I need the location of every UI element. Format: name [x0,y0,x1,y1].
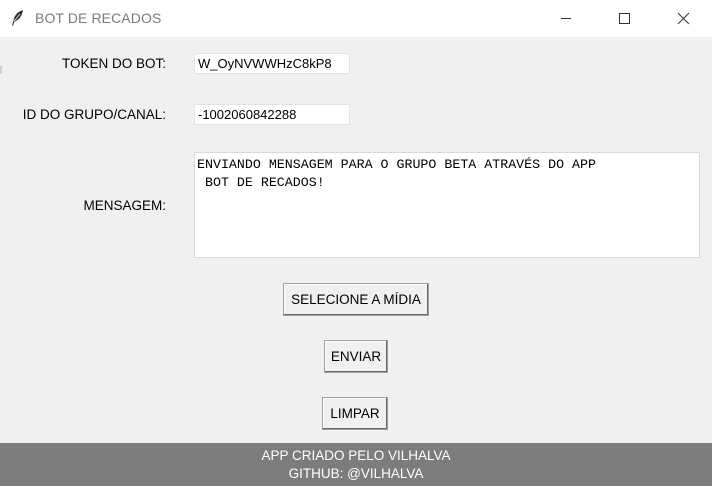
group-id-input[interactable]: -1002060842288 [194,104,350,125]
minimize-icon [561,18,571,19]
window-title: BOT DE RECADOS [35,10,162,26]
window-edge-mark [0,66,2,74]
minimize-button[interactable] [537,0,595,37]
footer-github: GITHUB: @VILHALVA [288,466,424,481]
title-bar[interactable]: BOT DE RECADOS [0,0,712,37]
message-textarea[interactable]: ENVIANDO MENSAGEM PARA O GRUPO BETA ATRA… [194,152,700,258]
app-window: BOT DE RECADOS TOKEN DO BOT: W_OyNVWWHzC… [0,0,712,486]
maximize-button[interactable] [595,0,653,37]
token-label: TOKEN DO BOT: [61,56,166,71]
message-label: MENSAGEM: [83,198,166,213]
close-button[interactable] [654,0,712,37]
close-icon [677,12,690,25]
maximize-icon [619,13,630,24]
token-input[interactable]: W_OyNVWWHzC8kP8 [194,53,350,74]
feather-icon [11,10,25,26]
send-button[interactable]: ENVIAR [324,340,388,373]
clear-button[interactable]: LIMPAR [322,397,388,430]
footer-credit: APP CRIADO PELO VILHALVA [261,448,451,463]
footer: APP CRIADO PELO VILHALVA GITHUB: @VILHAL… [0,443,712,486]
select-media-button[interactable]: SELECIONE A MÍDIA [283,283,429,316]
group-id-label: ID DO GRUPO/CANAL: [22,107,166,122]
